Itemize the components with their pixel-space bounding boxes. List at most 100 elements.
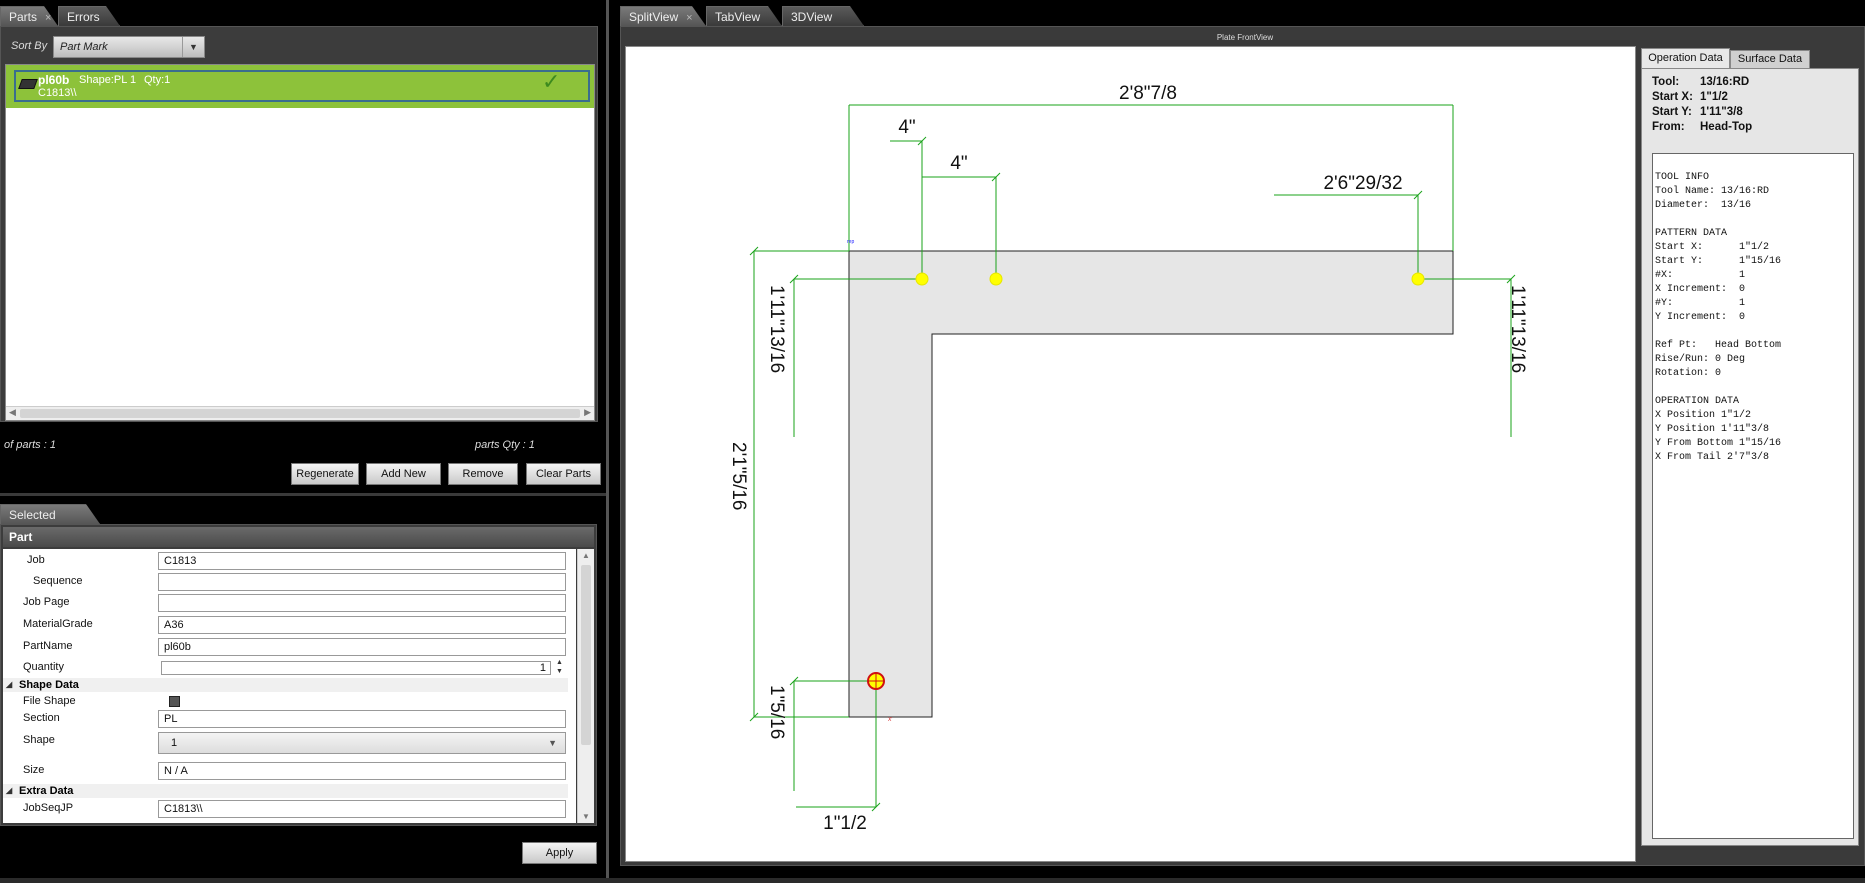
sort-select[interactable]: Part Mark ▼ [53, 36, 205, 58]
checkmark-icon: ✓ [542, 69, 561, 94]
shape-label: Shape [23, 734, 55, 746]
shape-value: 1 [171, 737, 178, 749]
tab-operation-data[interactable]: Operation Data [1641, 48, 1730, 68]
hole [915, 272, 929, 286]
scroll-left-icon[interactable]: ◀ [9, 407, 16, 418]
info-line: Start X: 1"1/2 [1655, 242, 1770, 253]
file-shape-label: File Shape [23, 695, 76, 707]
shape-data-category[interactable]: Shape Data [3, 678, 568, 692]
sort-label: Sort By [11, 40, 48, 52]
tab-tabview[interactable]: TabView [706, 6, 782, 26]
clear-parts-button[interactable]: Clear Parts [526, 463, 601, 485]
tab-tabview-label: TabView [715, 10, 761, 24]
regenerate-button[interactable]: Regenerate [291, 463, 359, 485]
info-line [1655, 213, 1851, 227]
tab-surface-data[interactable]: Surface Data [1730, 50, 1810, 68]
grid-header: Part [3, 527, 594, 547]
part-qty: Qty:1 [144, 74, 171, 86]
info-line: Y From Bottom 1"15/16 [1655, 438, 1782, 449]
parts-qty: parts Qty : 1 [475, 439, 535, 451]
tab-parts-label: Parts [9, 10, 38, 24]
sequence-field[interactable] [158, 573, 566, 591]
job-page-field[interactable] [158, 594, 566, 612]
part-name-label: PartName [23, 640, 73, 652]
extra-data-category[interactable]: Extra Data [3, 784, 568, 798]
plate-shape [848, 250, 1454, 718]
spin-up-icon[interactable]: ▲ [556, 659, 563, 667]
info-line: Tool Name: 13/16:RD [1655, 186, 1770, 197]
splitter-horizontal[interactable] [0, 493, 608, 496]
section-label: Section [23, 712, 60, 724]
spin-down-icon[interactable]: ▼ [556, 668, 563, 676]
info-line: X Position 1"1/2 [1655, 410, 1752, 421]
info-line: Start Y: 1"15/16 [1655, 256, 1782, 267]
property-grid: Part Job C1813 Sequence Job Page Material… [0, 524, 597, 826]
file-shape-swatch[interactable] [169, 696, 180, 707]
parts-count: of parts : 1 [4, 439, 56, 451]
job-page-label: Job Page [23, 596, 70, 608]
shape-select[interactable]: 1 ▼ [158, 732, 566, 754]
dim-2-6: 2'6"29/32 [1323, 173, 1402, 194]
info-line: PATTERN DATA [1655, 228, 1728, 239]
parts-list: pl60b Shape:PL 1 Qty:1 C1813\\ ✓ ◀ ▶ [5, 64, 595, 421]
op-tool-value: 13/16:RD [1700, 76, 1750, 88]
operation-panel: Operation Data Surface Data Tool: 13/16:R… [1638, 46, 1863, 850]
tab-errors[interactable]: Errors [58, 6, 120, 26]
dim-left-1: 1'11"13/16 [766, 285, 787, 373]
material-grade-field[interactable]: A36 [158, 616, 566, 634]
scroll-down-icon[interactable]: ▼ [582, 812, 590, 821]
part-name-field[interactable]: pl60b [158, 638, 566, 656]
drawing-canvas[interactable]: 2'8"7/8 4" 4" 2'6"29/32 rep X' 1'11"13/1… [625, 46, 1636, 862]
part-shape: Shape:PL 1 [79, 74, 137, 86]
ref-mark: rep [847, 239, 854, 245]
tab-3dview-label: 3DView [791, 10, 833, 24]
chevron-down-icon: ▼ [548, 738, 557, 748]
op-tool-key: Tool: [1652, 76, 1680, 88]
tool-info-text: TOOL INFO Tool Name: 13/16:RD Diameter: 13… [1652, 153, 1854, 839]
horizontal-scrollbar[interactable]: ◀ ▶ [6, 406, 594, 420]
op-from-value: Head-Top [1700, 121, 1753, 133]
job-field[interactable]: C1813 [158, 552, 566, 570]
op-startx-value: 1"1/2 [1700, 91, 1728, 103]
tab-selected-parts[interactable]: Selected Parts× [0, 504, 100, 524]
job-seq-field[interactable]: C1813\\ [158, 800, 566, 818]
section-field[interactable]: PL [158, 710, 566, 728]
info-line: Y Increment: 0 [1655, 312, 1746, 323]
quantity-stepper[interactable]: 1 [161, 661, 551, 675]
dim-4-a: 4" [898, 117, 915, 138]
apply-button[interactable]: Apply [522, 842, 597, 864]
close-icon[interactable]: × [45, 12, 51, 24]
op-from-key: From: [1652, 121, 1685, 133]
chevron-down-icon: ▼ [182, 37, 204, 57]
tab-splitview[interactable]: SplitView × [620, 6, 706, 26]
info-line: Rise/Run: 0 Deg [1655, 354, 1746, 365]
info-line: Rotation: 0 [1655, 368, 1722, 379]
add-new-button[interactable]: Add New [366, 463, 441, 485]
splitter-vertical[interactable] [606, 0, 609, 883]
info-line: Ref Pt: Head Bottom [1655, 340, 1782, 351]
op-startx-key: Start X: [1652, 91, 1693, 103]
vertical-scrollbar[interactable]: ▲ ▼ [577, 549, 594, 823]
parts-panel: Sort By Part Mark ▼ pl60b Shape:PL 1 Qty… [0, 26, 598, 422]
size-field[interactable]: N / A [158, 762, 566, 780]
list-item[interactable]: pl60b Shape:PL 1 Qty:1 C1813\\ ✓ [6, 65, 594, 108]
tab-parts[interactable]: Parts × [0, 6, 58, 26]
info-line: OPERATION DATA [1655, 396, 1740, 407]
hole [1411, 272, 1425, 286]
dim-left-total: 2'1"5/16 [728, 442, 749, 511]
info-line: Y Position 1'11"3/8 [1655, 424, 1770, 435]
remove-button[interactable]: Remove [448, 463, 518, 485]
hole [989, 272, 1003, 286]
job-label: Job [27, 554, 45, 566]
tab-3dview[interactable]: 3DView [782, 6, 864, 26]
scroll-up-icon[interactable]: ▲ [582, 551, 590, 560]
operation-data-content: Tool: 13/16:RD Start X: 1"1/2 Start Y: 1'11… [1641, 68, 1859, 846]
op-starty-key: Start Y: [1652, 106, 1692, 118]
sort-value: Part Mark [60, 41, 108, 53]
dim-left-bottom: 1"5/16 [766, 685, 787, 739]
close-icon[interactable]: × [686, 12, 692, 24]
scroll-right-icon[interactable]: ▶ [584, 407, 591, 418]
info-line: #X: 1 [1655, 270, 1746, 281]
x-ref: X' [888, 717, 892, 723]
op-summary: Tool: 13/16:RD Start X: 1"1/2 Start Y: 1'11… [1652, 75, 1752, 135]
